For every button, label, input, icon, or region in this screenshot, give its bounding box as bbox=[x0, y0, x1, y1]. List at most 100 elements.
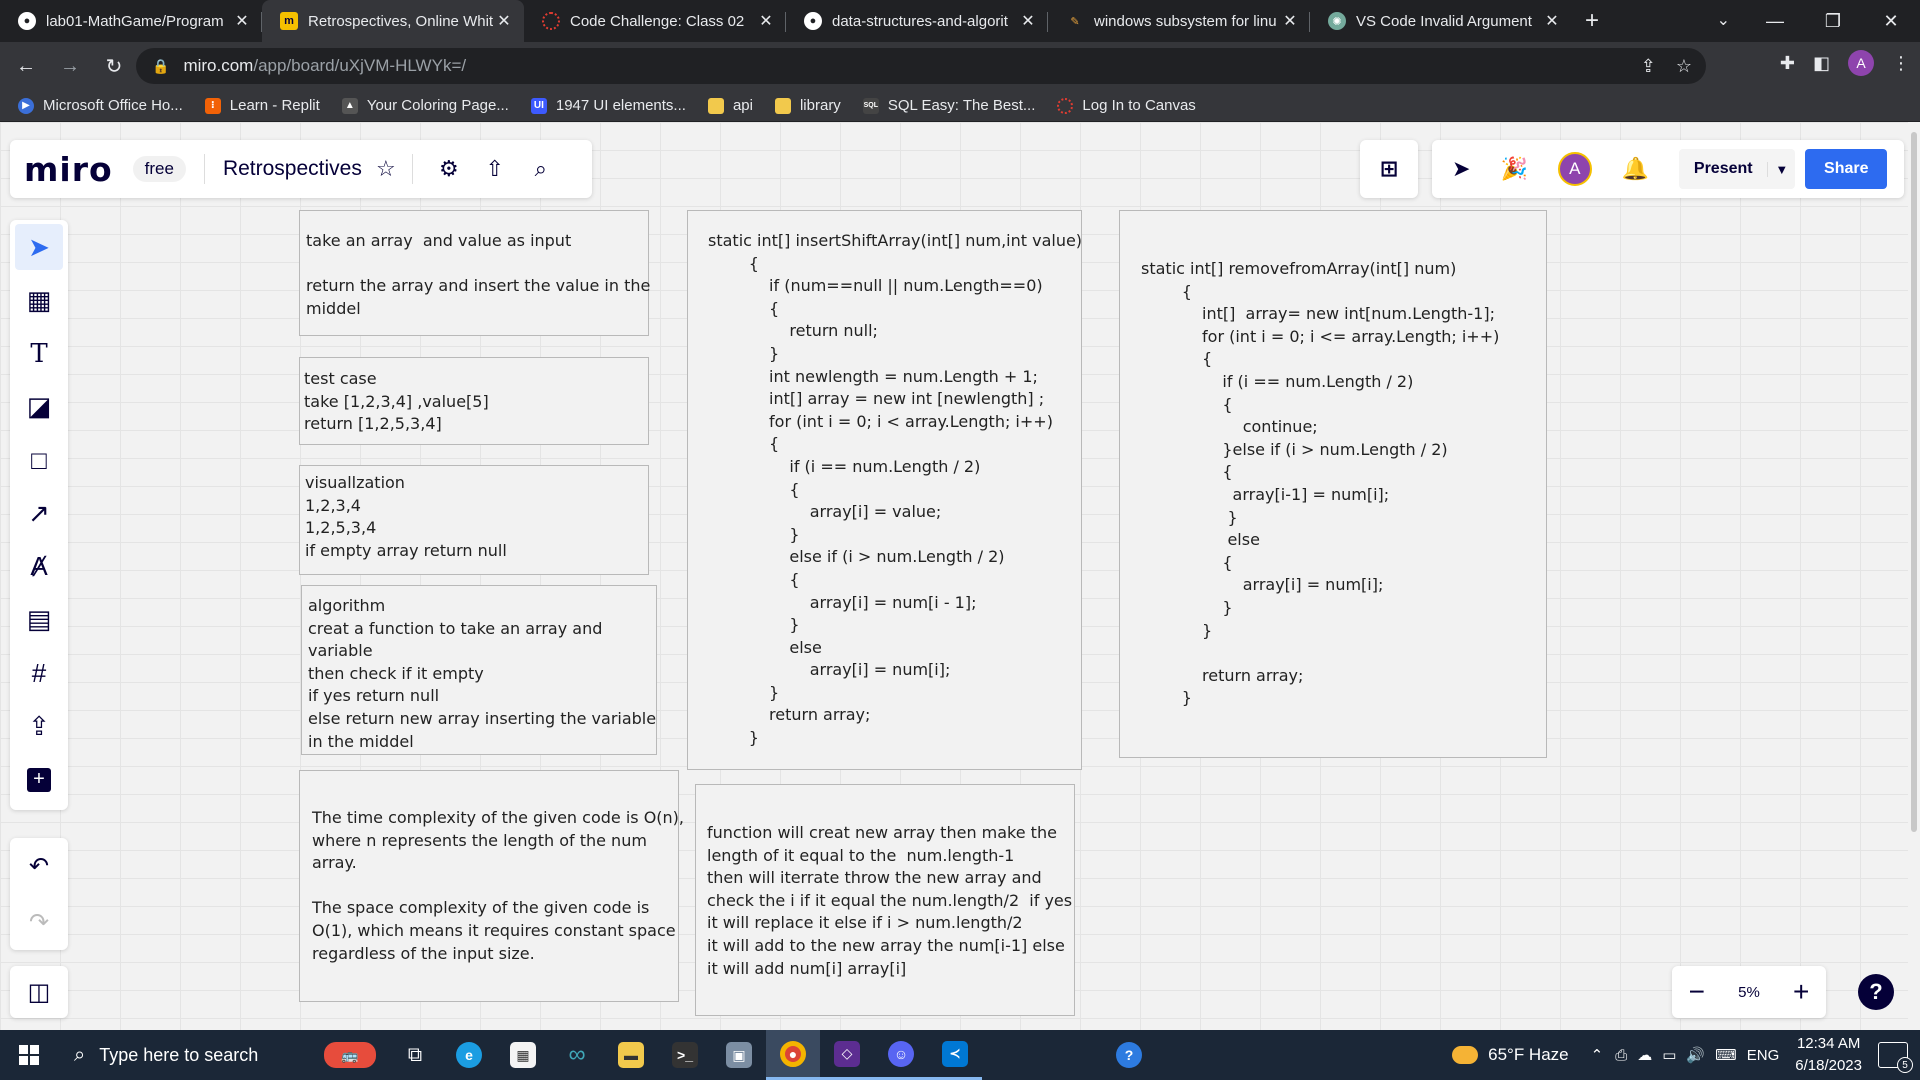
close-icon[interactable]: ✕ bbox=[1018, 11, 1038, 31]
share-button[interactable]: Share bbox=[1805, 149, 1888, 189]
undo-icon[interactable]: ↶ bbox=[29, 852, 49, 881]
cursor-follow-icon[interactable]: ➤ bbox=[1452, 156, 1470, 182]
help-circle-icon[interactable]: ? bbox=[1102, 1030, 1156, 1080]
back-icon[interactable]: ← bbox=[8, 48, 44, 84]
bookmark-sql-easy[interactable]: SQL SQL Easy: The Best... bbox=[862, 97, 1035, 114]
close-icon[interactable]: ✕ bbox=[1542, 11, 1562, 31]
close-window-icon[interactable]: ✕ bbox=[1862, 0, 1920, 42]
plan-badge[interactable]: free bbox=[132, 156, 186, 182]
reload-icon[interactable]: ↻ bbox=[96, 48, 132, 84]
templates-icon[interactable]: ▦ bbox=[15, 277, 63, 323]
help-icon[interactable]: ? bbox=[1858, 974, 1894, 1010]
lock-icon[interactable]: 🔒 bbox=[152, 58, 169, 75]
volume-icon[interactable]: 🔊 bbox=[1686, 1046, 1705, 1064]
minimize-icon[interactable]: — bbox=[1746, 0, 1804, 42]
miro-logo[interactable]: miro bbox=[24, 150, 113, 189]
chevron-up-icon[interactable]: ⌃ bbox=[1591, 1046, 1604, 1064]
connection-line-icon[interactable]: ↗ bbox=[15, 490, 63, 536]
battery-icon[interactable]: ▭ bbox=[1662, 1046, 1676, 1064]
edge-icon[interactable]: e bbox=[442, 1030, 496, 1080]
zoom-out-icon[interactable]: − bbox=[1689, 976, 1705, 1008]
user-avatar[interactable]: A bbox=[1557, 152, 1592, 186]
file-explorer-icon[interactable]: ▬ bbox=[604, 1030, 658, 1080]
bookmark-replit[interactable]: ⁝ Learn - Replit bbox=[204, 97, 320, 114]
tab-github-lab01[interactable]: ● lab01-MathGame/Program ✕ bbox=[0, 0, 262, 42]
new-tab-button[interactable]: + bbox=[1572, 0, 1612, 42]
bell-icon[interactable]: 🔔 bbox=[1622, 156, 1649, 182]
more-apps-button[interactable]: + bbox=[15, 757, 63, 803]
star-icon[interactable]: ☆ bbox=[372, 156, 400, 182]
vscode-icon[interactable]: ≺ bbox=[928, 1030, 982, 1080]
notification-center-icon[interactable]: 5 bbox=[1878, 1042, 1913, 1073]
note-test-case[interactable]: test case take [1,2,3,4] ,value[5] retur… bbox=[299, 357, 649, 445]
note-complexity[interactable]: The time complexity of the given code is… bbox=[299, 770, 684, 1002]
discord-icon[interactable]: ☺ bbox=[874, 1030, 928, 1080]
search-icon[interactable]: ⌕ bbox=[527, 156, 555, 182]
meet-now-icon[interactable]: ⎙ bbox=[1615, 1047, 1627, 1064]
note-insert-code[interactable]: static int[] insertShiftArray(int[] num,… bbox=[687, 210, 1082, 770]
visual-studio-icon[interactable]: ◇ bbox=[820, 1030, 874, 1080]
tab-vscode-invalid[interactable]: ✺ VS Code Invalid Argument ✕ bbox=[1310, 0, 1572, 42]
select-cursor-icon[interactable]: ➤ bbox=[15, 224, 63, 271]
chrome-icon[interactable]: ● bbox=[766, 1030, 820, 1080]
task-view-icon[interactable]: ⧉ bbox=[388, 1030, 442, 1080]
restore-icon[interactable]: ❐ bbox=[1804, 0, 1862, 42]
onedrive-cloud-icon[interactable]: ☁ bbox=[1637, 1046, 1652, 1064]
close-icon[interactable]: ✕ bbox=[232, 11, 252, 31]
canvas-scrollbar[interactable] bbox=[1908, 122, 1920, 1030]
upload-icon[interactable]: ⇪ bbox=[15, 703, 63, 749]
clock[interactable]: 12:34 AM 6/18/2023 bbox=[1795, 1033, 1862, 1077]
board-panel-toggle-icon[interactable]: ◫ bbox=[10, 966, 68, 1018]
chevron-down-icon[interactable]: ▼ bbox=[1767, 161, 1795, 177]
close-icon[interactable]: ✕ bbox=[1280, 11, 1300, 31]
bookmark-coloring[interactable]: ▲ Your Coloring Page... bbox=[341, 97, 509, 114]
bus-widget-icon[interactable]: 🚌 bbox=[312, 1030, 388, 1080]
start-button[interactable] bbox=[0, 1030, 58, 1080]
taskbar-search[interactable]: ⌕ Type here to search bbox=[58, 1030, 312, 1080]
export-upload-icon[interactable]: ⇧ bbox=[481, 156, 509, 182]
language-indicator[interactable]: ENG bbox=[1747, 1047, 1780, 1064]
note-visualization[interactable]: visuallzation 1,2,3,4 1,2,5,3,4 if empty… bbox=[299, 465, 649, 575]
settings-gear-icon[interactable]: ⚙ bbox=[435, 156, 463, 182]
tab-miro-retrospectives[interactable]: m Retrospectives, Online Whit ✕ bbox=[262, 0, 524, 42]
profile-avatar[interactable]: A bbox=[1848, 50, 1874, 76]
note-remove-code[interactable]: static int[] removefromArray(int[] num) … bbox=[1119, 210, 1547, 758]
forward-icon[interactable]: → bbox=[52, 48, 88, 84]
shape-rectangle-icon[interactable]: □ bbox=[15, 437, 63, 483]
menu-icon[interactable]: ⋮ bbox=[1892, 53, 1910, 74]
text-tool-icon[interactable]: T bbox=[15, 331, 63, 377]
tab-search-icon[interactable]: ⌄ bbox=[1717, 10, 1730, 30]
note-input[interactable]: take an array and value as input return … bbox=[299, 210, 650, 336]
bookmark-star-icon[interactable]: ☆ bbox=[1676, 56, 1692, 77]
present-button[interactable]: Present ▼ bbox=[1679, 149, 1796, 189]
bookmark-ui-elements[interactable]: UI 1947 UI elements... bbox=[530, 97, 686, 114]
bookmark-office[interactable]: ▶ Microsoft Office Ho... bbox=[18, 97, 183, 114]
comment-icon[interactable]: ▤ bbox=[15, 597, 63, 643]
redo-icon[interactable]: ↷ bbox=[29, 908, 49, 937]
apps-button[interactable]: ⊞ bbox=[1360, 140, 1418, 198]
note-remove-description[interactable]: function will creat new array then make … bbox=[695, 784, 1075, 1016]
bookmark-library[interactable]: library bbox=[774, 97, 841, 114]
note-algorithm[interactable]: algorithm creat a function to take an ar… bbox=[301, 585, 657, 755]
scrollbar-thumb[interactable] bbox=[1911, 132, 1917, 832]
store-icon[interactable]: ▦ bbox=[496, 1030, 550, 1080]
tab-github-data-structures[interactable]: ● data-structures-and-algorit ✕ bbox=[786, 0, 1048, 42]
close-icon[interactable]: ✕ bbox=[756, 11, 776, 31]
share-page-icon[interactable]: ⇪ bbox=[1641, 56, 1656, 77]
frame-icon[interactable]: # bbox=[15, 650, 63, 696]
board-title[interactable]: Retrospectives bbox=[223, 157, 362, 181]
bookmark-api[interactable]: api bbox=[707, 97, 753, 114]
address-bar[interactable]: 🔒 miro.com/app/board/uXjVM-HLWYk=/ ⇪ ☆ bbox=[136, 48, 1706, 84]
terminal-icon[interactable]: >_ bbox=[658, 1030, 712, 1080]
side-panel-icon[interactable]: ◧ bbox=[1813, 53, 1830, 74]
sticky-note-icon[interactable]: ◪ bbox=[15, 384, 63, 430]
zoom-level[interactable]: 5% bbox=[1738, 984, 1760, 1001]
pen-tool-icon[interactable]: Ⱥ bbox=[15, 544, 63, 590]
close-icon[interactable]: ✕ bbox=[494, 11, 514, 31]
tab-wsl-search[interactable]: ✎ windows subsystem for linu ✕ bbox=[1048, 0, 1310, 42]
celebrate-icon[interactable]: 🎉 bbox=[1500, 156, 1527, 182]
zoom-in-icon[interactable]: + bbox=[1793, 976, 1809, 1008]
bookmark-canvas[interactable]: Log In to Canvas bbox=[1057, 97, 1196, 114]
keyboard-icon[interactable]: ⌨ bbox=[1715, 1046, 1737, 1064]
arduino-icon[interactable]: ∞ bbox=[550, 1030, 604, 1080]
